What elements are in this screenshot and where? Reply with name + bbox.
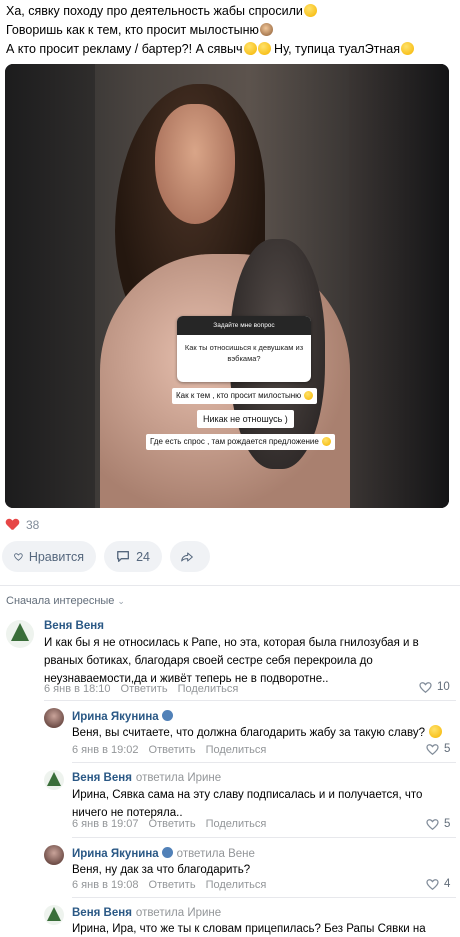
avatar[interactable] <box>44 845 64 865</box>
question-sticker-text: Как ты относишься к девушкам из вэбкама? <box>184 343 304 363</box>
divider <box>72 762 456 763</box>
avatar[interactable] <box>44 905 64 925</box>
comment-author[interactable]: Ирина Якунина ответила Вене <box>72 847 255 860</box>
question-sticker: Задайте мне вопрос Как ты относишься к д… <box>177 316 311 382</box>
reply-link[interactable]: Ответить <box>149 879 196 891</box>
avatar[interactable] <box>44 708 64 728</box>
reply-link[interactable]: Ответить <box>149 744 196 756</box>
share-link[interactable]: Поделиться <box>206 818 267 830</box>
comment-like-button[interactable]: 5 <box>426 818 450 830</box>
comment-author-name: Веня Веня <box>72 772 132 784</box>
share-icon <box>181 552 193 561</box>
comment-meta: 6 янв в 18:10 Ответить Поделиться <box>44 683 248 695</box>
comment-like-count: 4 <box>444 878 451 890</box>
replied-to-label: ответила Ирине <box>135 907 222 919</box>
story-text-sticker: Как к тем , кто просит милостыню <box>172 388 318 404</box>
laughing-emoji-icon <box>322 437 332 446</box>
comments-sort-dropdown[interactable]: Сначала интересные ⌄ <box>6 595 125 607</box>
heart-outline-icon <box>419 681 432 693</box>
story-text-sticker: Где есть спрос , там рождается предложен… <box>146 434 336 450</box>
question-sticker-header: Задайте мне вопрос <box>177 316 311 335</box>
post-line-text: Говоришь как к тем, кто просит мылостыню <box>6 23 259 37</box>
comment-author[interactable]: Веня Веня ответила Ирине <box>72 907 221 919</box>
comment-author[interactable]: Веня Веня <box>44 620 104 632</box>
comment-text: И как бы я не относилась к Рапе, но эта,… <box>44 637 419 685</box>
verified-badge-icon <box>161 710 173 721</box>
post-line: Говоришь как к тем, кто просит мылостыню <box>6 21 456 40</box>
divider <box>0 585 460 586</box>
comment-like-button[interactable]: 5 <box>426 743 450 755</box>
replied-to-label: ответила Ирине <box>135 772 222 784</box>
comment-author-name: Ирина Якунина <box>72 711 159 723</box>
reply-link[interactable]: Ответить <box>121 683 168 695</box>
comment-meta: 6 янв в 19:08 Ответить Поделиться <box>72 879 276 891</box>
comment-meta: 6 янв в 19:07 Ответить Поделиться <box>72 818 276 830</box>
comment-text: Веня, ну дак за что благодарить? <box>72 864 251 876</box>
comment-like-button[interactable]: 4 <box>426 878 450 890</box>
like-button[interactable]: Нравится <box>2 541 96 572</box>
share-link[interactable]: Поделиться <box>206 744 267 756</box>
comment-text-body: Веня, вы считаете, что должна благодарит… <box>72 727 426 739</box>
laughing-emoji-icon <box>243 42 257 55</box>
avatar[interactable] <box>6 620 34 648</box>
replied-to-label: ответила Вене <box>176 848 255 860</box>
heart-outline-icon <box>426 818 439 830</box>
comment-author-name: Веня Веня <box>72 907 132 919</box>
heart-outline-icon <box>426 878 439 890</box>
post-line-text: Ну, тупица туалЭтная <box>274 42 401 56</box>
comments-count: 24 <box>136 549 150 564</box>
verified-badge-icon <box>161 847 173 858</box>
like-button-label: Нравится <box>28 549 84 564</box>
comment-text: Веня, вы считаете, что должна благодарит… <box>72 724 452 742</box>
heart-outline-icon <box>426 743 439 755</box>
avatar[interactable] <box>44 770 64 790</box>
laughing-emoji-icon <box>304 391 314 400</box>
story-text-sticker: Никак не отношусь ) <box>197 410 294 428</box>
comment-like-count: 10 <box>437 681 450 693</box>
comments-button[interactable]: 24 <box>104 541 162 572</box>
post-line: А кто просит рекламу / бартер?! А сявыч … <box>6 40 456 59</box>
comment-author[interactable]: Ирина Якунина <box>72 710 173 723</box>
comment-text: Ирина, Ира, что же ты к словам прицепила… <box>72 923 426 935</box>
divider <box>72 897 456 898</box>
share-button[interactable] <box>170 541 210 572</box>
comments-sort-label: Сначала интересные <box>6 595 115 607</box>
comment-date[interactable]: 6 янв в 19:07 <box>72 818 139 830</box>
comment-meta: 6 янв в 19:02 Ответить Поделиться <box>72 744 276 756</box>
comment-like-count: 5 <box>444 743 451 755</box>
divider <box>72 837 456 838</box>
laughing-emoji-icon <box>257 42 271 55</box>
comment-like-button[interactable]: 10 <box>419 681 450 693</box>
comment-date[interactable]: 6 янв в 19:08 <box>72 879 139 891</box>
likes-count: 38 <box>26 518 40 532</box>
comment-author[interactable]: Веня Веня ответила Ирине <box>72 772 221 784</box>
comment-date[interactable]: 6 янв в 19:02 <box>72 744 139 756</box>
chevron-down-icon: ⌄ <box>117 596 125 606</box>
post-photo[interactable]: Задайте мне вопрос Как ты относишься к д… <box>5 64 449 508</box>
photo-face <box>155 104 235 224</box>
comment-date[interactable]: 6 янв в 18:10 <box>44 683 111 695</box>
post-actions: Нравится 24 <box>2 541 210 572</box>
comment-author-name: Ирина Якунина <box>72 848 159 860</box>
share-link[interactable]: Поделиться <box>206 879 267 891</box>
post-line: Ха, сявку походу про деятельность жабы с… <box>6 2 456 21</box>
post-line-text: Ха, сявку походу про деятельность жабы с… <box>6 4 303 18</box>
laughing-emoji-icon <box>303 4 317 17</box>
photo-background <box>5 64 95 508</box>
confused-emoji-icon <box>429 725 443 738</box>
heart-icon <box>6 519 18 531</box>
post-text: Ха, сявку походу про деятельность жабы с… <box>6 2 456 59</box>
share-link[interactable]: Поделиться <box>178 683 239 695</box>
winking-tongue-emoji-icon <box>401 42 415 55</box>
comment-text: Ирина, Сявка сама на эту славу подписала… <box>72 789 423 819</box>
heart-outline-icon <box>14 552 23 561</box>
reply-link[interactable]: Ответить <box>149 818 196 830</box>
photo-background <box>349 64 449 508</box>
comment-like-count: 5 <box>444 818 451 830</box>
post-line-text: А кто просит рекламу / бартер?! А сявыч <box>6 42 243 56</box>
comment-icon <box>117 550 129 563</box>
see-no-evil-monkey-emoji-icon <box>259 23 273 36</box>
likes-summary[interactable]: 38 <box>6 518 39 532</box>
divider <box>44 700 456 701</box>
